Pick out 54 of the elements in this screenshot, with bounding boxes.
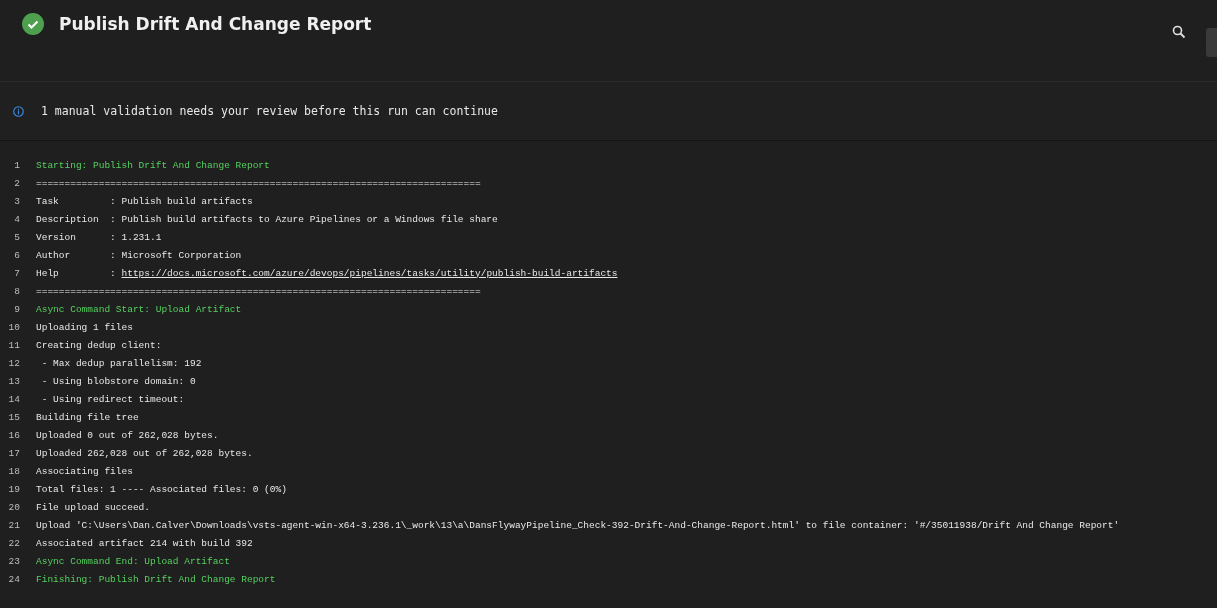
log-text: Task : Publish build artifacts xyxy=(36,195,253,207)
line-number: 18 xyxy=(7,465,21,477)
scrollbar-thumb[interactable] xyxy=(1206,28,1217,57)
log-text: ============================================================================== xyxy=(36,285,481,297)
line-number: 17 xyxy=(7,447,21,459)
line-number: 9 xyxy=(13,303,21,315)
line-number: 13 xyxy=(7,375,21,387)
line-number: 12 xyxy=(7,357,21,369)
log-text: Upload 'C:\Users\Dan.Calver\Downloads\vsts-agent-win-x64-3.236.1\_work\13\a\DansFlywayPipeline_Check-392-Drift-And-Change-Report.html' to file container: '#/35011938/Drift And Change Report' xyxy=(36,519,1120,531)
line-number: 5 xyxy=(13,231,21,243)
log-text: - Max dedup parallelism: 192 xyxy=(40,357,202,369)
line-number: 21 xyxy=(7,519,21,531)
line-number: 7 xyxy=(13,267,21,279)
log-text: Author : Microsoft Corporation xyxy=(36,249,242,261)
job-title: Publish Drift And Change Report xyxy=(59,13,372,36)
line-number: 22 xyxy=(7,537,21,549)
line-number: 1 xyxy=(13,159,21,171)
line-number: 8 xyxy=(13,285,21,297)
log-text: Async Command End: Upload Artifact xyxy=(36,555,230,567)
line-number: 19 xyxy=(7,483,21,495)
log-text: Uploading 1 files xyxy=(36,321,133,333)
log-text: Help : xyxy=(36,267,117,279)
line-number: 16 xyxy=(7,429,21,441)
line-number: 4 xyxy=(13,213,21,225)
log-text: Creating dedup client: xyxy=(36,339,162,351)
log-text: - Using redirect timeout: xyxy=(40,393,185,405)
info-icon xyxy=(13,105,24,117)
line-number: 6 xyxy=(13,249,21,261)
log-text: Version : 1.231.1 xyxy=(36,231,162,243)
log-text: Async Command Start: Upload Artifact xyxy=(36,303,242,315)
line-number: 2 xyxy=(13,177,21,189)
log-text: ============================================================================== xyxy=(36,177,481,189)
line-number: 11 xyxy=(7,339,21,351)
line-number: 24 xyxy=(7,573,21,585)
banner-message: 1 manual validation needs your review before this run can continue xyxy=(41,104,498,118)
log-text: Associating files xyxy=(36,465,133,477)
log-text: Finishing: Publish Drift And Change Report xyxy=(36,573,276,585)
line-number: 23 xyxy=(7,555,21,567)
log-text: Building file tree xyxy=(36,411,139,423)
line-number: 15 xyxy=(7,411,21,423)
log-text: - Using blobstore domain: 0 xyxy=(40,375,196,387)
log-text: Associated artifact 214 with build 392 xyxy=(36,537,253,549)
log-text: Total files: 1 ---- Associated files: 0 (0%) xyxy=(36,483,287,495)
line-number: 14 xyxy=(7,393,21,405)
line-number: 20 xyxy=(7,501,21,513)
help-link[interactable]: https://docs.microsoft.com/azure/devops/pipelines/tasks/utility/publish-build-artifacts xyxy=(121,267,618,279)
log-text: Description : Publish build artifacts to Azure Pipelines or a Windows file share xyxy=(36,213,498,225)
log-text: Uploaded 262,028 out of 262,028 bytes. xyxy=(36,447,253,459)
log-text: Uploaded 0 out of 262,028 bytes. xyxy=(36,429,219,441)
line-number: 3 xyxy=(13,195,21,207)
search-icon[interactable] xyxy=(1172,25,1186,39)
log-text: Starting: Publish Drift And Change Report xyxy=(36,159,270,171)
log-text: File upload succeed. xyxy=(36,501,151,513)
line-number: 10 xyxy=(7,321,21,333)
